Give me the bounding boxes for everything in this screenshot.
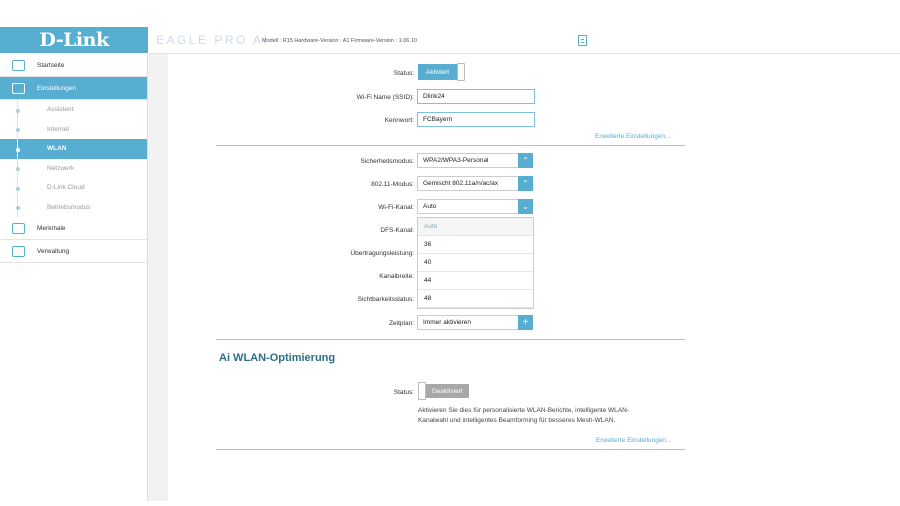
dropdown-option[interactable]: Auto [418, 218, 533, 236]
ai-advanced-settings-link[interactable]: Erweiterte Einstellungen... [596, 437, 672, 444]
model-info: Modell : R15 Hardware-Version : A1 Firmw… [262, 38, 417, 44]
sidebar-item-merkmale[interactable]: Merkmale [0, 217, 147, 240]
sidebar-sub-label: Internet [47, 125, 70, 133]
sidebar-sub-betriebsmodus[interactable]: Betriebsmodus [0, 197, 147, 218]
sidebar-sub-label: D-Link Cloud [47, 184, 85, 192]
password-label: Kennwort: [384, 117, 414, 124]
status-label: Status: [393, 70, 414, 77]
home-network-icon [12, 60, 25, 71]
schedule-value: Immer aktivieren [423, 319, 472, 326]
logo-text: D-Link [39, 29, 109, 51]
chevron-up-icon[interactable]: ⌃ [518, 176, 533, 191]
sidebar-sub-label: WLAN [47, 145, 67, 153]
sidebar-item-einstellungen[interactable]: Einstellungen [0, 77, 147, 100]
divider [216, 339, 685, 340]
channel-label: Wi-Fi-Kanal: [378, 204, 414, 211]
wlan-status-toggle[interactable]: Aktiviert [418, 63, 466, 81]
password-input[interactable]: FCBayern [417, 112, 535, 127]
sidebar-item-verwaltung[interactable]: Verwaltung [0, 240, 147, 263]
sidebar-sub-label: Netzwerk [47, 164, 75, 172]
channel-dropdown: Auto 36 40 44 48 [417, 217, 534, 309]
width-label: Kanalbreite: [379, 273, 414, 280]
sidebar-item-label: Startseite [37, 61, 65, 69]
chevron-down-icon[interactable]: ⌄ [518, 199, 533, 214]
dropdown-option[interactable]: 48 [418, 290, 533, 308]
sidebar-item-label: Merkmale [37, 224, 66, 232]
security-select[interactable]: WPA2/WPA3-Personal ⌃ [417, 153, 533, 168]
sidebar-sub-dlink-cloud[interactable]: D-Link Cloud [0, 178, 147, 198]
ai-status-value: Deaktiviert [426, 384, 469, 398]
ai-description-line: Kanalwahl und intelligentes Beamforming … [418, 417, 616, 424]
toggle-knob [418, 382, 426, 400]
wlan-status-value: Aktiviert [418, 64, 458, 80]
ai-section-title: Ai WLAN-Optimierung [219, 352, 336, 364]
schedule-label: Zeitplan: [389, 320, 414, 327]
settings-icon [12, 83, 25, 94]
security-label: Sicherheitsmodus: [360, 158, 414, 165]
toggle-knob [457, 63, 466, 81]
sidebar-item-startseite[interactable]: Startseite [0, 54, 147, 77]
ai-description: Aktivieren Sie dies für personalisierte … [418, 406, 629, 426]
mode-select[interactable]: Gemischt 802.11a/n/ac/ax ⌃ [417, 176, 533, 191]
chevron-up-icon[interactable]: ⌃ [518, 153, 533, 168]
sidebar-sub-label: Betriebsmodus [47, 203, 91, 211]
sidebar-sub-label: Assistent [47, 106, 74, 114]
schedule-select[interactable]: Immer aktivieren + [417, 315, 533, 330]
dfs-label: DFS-Kanal: [380, 227, 414, 234]
app-window: D-Link EAGLE PRO AI Modell : R15 Hardwar… [0, 23, 900, 501]
management-icon [12, 246, 25, 257]
channel-select[interactable]: Auto ⌄ [417, 199, 533, 214]
dropdown-option[interactable]: 36 [418, 236, 533, 254]
ai-status-toggle[interactable]: Deaktiviert [418, 382, 469, 400]
brand-name: EAGLE PRO AI [156, 33, 270, 47]
dropdown-option[interactable]: 40 [418, 254, 533, 272]
dropdown-option[interactable]: 44 [418, 272, 533, 290]
sidebar-item-label: Verwaltung [37, 247, 70, 255]
ssid-input[interactable]: Dlink24 [417, 89, 535, 104]
document-icon[interactable] [578, 35, 587, 46]
mode-label: 802.11-Modus: [371, 181, 414, 188]
plus-icon[interactable]: + [518, 315, 533, 330]
power-label: Übertragungsleistung: [350, 250, 414, 257]
sidebar-sub-internet[interactable]: Internet [0, 119, 147, 140]
advanced-settings-link[interactable]: Erweiterte Einstellungen... [595, 133, 671, 140]
ssid-label: Wi-Fi Name (SSID): [356, 94, 414, 101]
ai-status-label: Status: [393, 389, 414, 396]
features-icon [12, 223, 25, 234]
main-content: Status: Aktiviert Wi-Fi Name (SSID): Dli… [168, 54, 900, 501]
security-value: WPA2/WPA3-Personal [423, 157, 489, 164]
sidebar-sub-wlan[interactable]: WLAN [0, 139, 147, 159]
sidebar-sub-netzwerk[interactable]: Netzwerk [0, 158, 147, 179]
sidebar-sub-assistent[interactable]: Assistent [0, 100, 147, 120]
mode-value: Gemischt 802.11a/n/ac/ax [423, 180, 499, 187]
gutter [148, 54, 168, 501]
sidebar: Startseite Einstellungen Assistent Inter… [0, 54, 148, 501]
divider [216, 145, 685, 146]
channel-value: Auto [423, 203, 437, 210]
dlink-logo[interactable]: D-Link [0, 27, 148, 53]
divider [216, 449, 685, 450]
sidebar-item-label: Einstellungen [37, 84, 77, 92]
ai-description-line: Aktivieren Sie dies für personalisierte … [418, 407, 629, 414]
visibility-label: Sichtbarkeitsstatus: [357, 296, 414, 303]
